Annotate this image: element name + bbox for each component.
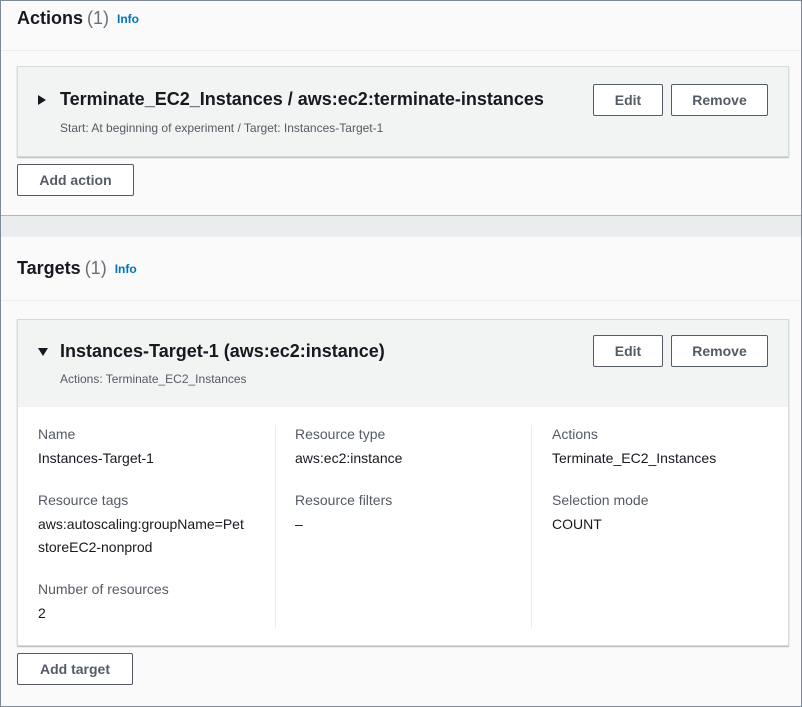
target-remove-button[interactable]: Remove: [671, 335, 768, 367]
actions-count: (1): [87, 8, 110, 28]
targets-info-link[interactable]: Info: [115, 262, 137, 276]
actions-heading-label: Actions: [17, 8, 84, 28]
resource-type-label: Resource type: [295, 426, 386, 442]
number-of-resources-label: Number of resources: [38, 581, 169, 597]
target-card-subtitle: Actions: Terminate_EC2_Instances: [60, 372, 247, 386]
add-target-button[interactable]: Add target: [17, 653, 133, 685]
target-card-header[interactable]: Instances-Target-1 (aws:ec2:instance) Ac…: [18, 320, 788, 407]
actions-value: Terminate_EC2_Instances: [552, 450, 717, 466]
resource-type-value: aws:ec2:instance: [295, 450, 403, 466]
actions-heading: Actions (1) Info: [17, 8, 139, 29]
column-separator: [275, 425, 276, 628]
targets-heading-label: Targets: [17, 258, 81, 278]
target-card: Instances-Target-1 (aws:ec2:instance) Ac…: [17, 319, 789, 646]
action-card-title: Terminate_EC2_Instances / aws:ec2:termin…: [60, 89, 544, 109]
action-remove-button[interactable]: Remove: [671, 84, 768, 116]
actions-label: Actions: [552, 426, 598, 442]
actions-section-header: Actions (1) Info: [1, 1, 801, 51]
target-edit-button[interactable]: Edit: [593, 335, 663, 367]
caret-down-icon[interactable]: [38, 348, 48, 356]
targets-heading: Targets (1) Info: [17, 258, 137, 279]
name-label: Name: [38, 426, 76, 442]
resource-tags-value-line1: aws:autoscaling:groupName=Pet: [38, 516, 244, 532]
number-of-resources-value: 2: [38, 605, 46, 621]
action-card-subtitle: Start: At beginning of experiment / Targ…: [60, 121, 384, 135]
resource-filters-value: –: [295, 516, 303, 532]
add-action-button[interactable]: Add action: [17, 164, 134, 196]
actions-section: Actions (1) Info Terminate_EC2_Instances /…: [1, 1, 801, 215]
targets-count: (1): [84, 258, 107, 278]
resource-tags-label: Resource tags: [38, 492, 129, 508]
selection-mode-label: Selection mode: [552, 492, 649, 508]
targets-section: Targets (1) Info Instances-Target-1 (aws:e…: [1, 237, 801, 706]
target-card-title: Instances-Target-1 (aws:ec2:instance): [60, 341, 385, 361]
section-divider: [1, 215, 801, 237]
actions-info-link[interactable]: Info: [117, 12, 139, 26]
resource-filters-label: Resource filters: [295, 492, 393, 508]
action-card-header[interactable]: Terminate_EC2_Instances / aws:ec2:termin…: [18, 67, 788, 156]
selection-mode-value: COUNT: [552, 516, 602, 532]
caret-right-icon[interactable]: [38, 95, 46, 105]
resource-tags-value-line2: storeEC2-nonprod: [38, 539, 153, 555]
column-separator: [531, 425, 532, 628]
action-card: Terminate_EC2_Instances / aws:ec2:termin…: [17, 66, 789, 157]
targets-section-header: Targets (1) Info: [1, 237, 801, 301]
name-value: Instances-Target-1: [38, 450, 154, 466]
action-edit-button[interactable]: Edit: [593, 84, 663, 116]
